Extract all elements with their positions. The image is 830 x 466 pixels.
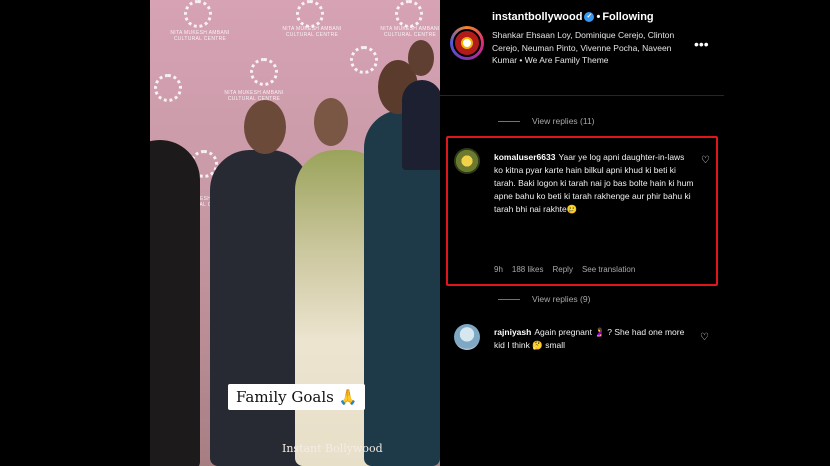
view-replies-label: View replies (11) — [532, 116, 595, 126]
comment-username[interactable]: komaluser6633 — [494, 152, 555, 162]
post-header: instantbollywood ✓ • Following Shankar Ehsa… — [440, 0, 724, 96]
view-replies-label: View replies (9) — [532, 294, 591, 304]
comment-likes[interactable]: 188 likes — [512, 265, 544, 274]
comment-body: komaluser6633 Yaar ye log apni daughter-i… — [494, 151, 694, 216]
commenter-avatar[interactable] — [454, 324, 480, 350]
backdrop-logo-text: NITA MUKESH AMBANI CULTURAL CENTRE — [282, 26, 342, 38]
comment-body: rajniyash Again pregnant 🤰 ? She had one … — [494, 326, 690, 352]
person-back-man-head — [408, 40, 434, 76]
backdrop-logo-text: NITA MUKESH AMBANI CULTURAL CENTRE — [170, 30, 230, 42]
comments-panel: instantbollywood ✓ • Following Shankar Ehsa… — [440, 0, 724, 466]
backdrop-logo-text: NITA MUKESH AMBANI CULTURAL CENTRE — [224, 90, 284, 102]
like-heart-icon[interactable]: ♡ — [700, 332, 709, 343]
comment-meta: 9h 188 likes Reply See translation — [494, 265, 644, 274]
backdrop-logo-icon — [395, 0, 423, 28]
post-media[interactable]: NITA MUKESH AMBANI CULTURAL CENTRE NITA … — [150, 0, 440, 466]
backdrop-logo-icon — [296, 0, 324, 28]
account-username[interactable]: instantbollywood — [492, 11, 582, 23]
person-back-man — [402, 80, 440, 170]
comment-username[interactable]: rajniyash — [494, 327, 531, 337]
video-watermark: Instant Bollywood — [282, 442, 383, 455]
account-avatar[interactable] — [450, 26, 484, 60]
more-options-icon[interactable]: ••• — [694, 36, 709, 52]
see-translation-link[interactable]: See translation — [582, 265, 635, 274]
reply-divider-line — [498, 299, 520, 301]
backdrop-logo-icon — [154, 74, 182, 102]
verified-badge-icon: ✓ — [584, 12, 595, 23]
highlighted-comment: komaluser6633 Yaar ye log apni daughter-i… — [446, 136, 718, 286]
backdrop-logo-icon — [250, 58, 278, 86]
backdrop-logo-text: NITA MUKESH AMBANI CULTURAL CENTRE — [380, 26, 440, 38]
video-caption-sticker: Family Goals 🙏 — [228, 384, 366, 410]
comment-item: rajniyash Again pregnant 🤰 ? She had one … — [446, 318, 718, 368]
account-username-row: instantbollywood ✓ • Following — [492, 11, 654, 23]
commenter-avatar[interactable] — [454, 148, 480, 174]
view-replies-top[interactable]: View replies (11) — [498, 116, 595, 126]
person-left-dark — [150, 140, 200, 466]
comment-emoji: 🥲 — [566, 204, 578, 214]
audio-credit[interactable]: Shankar Ehsaan Loy, Dominique Cerejo, Cl… — [492, 29, 682, 67]
screenshot-frame: NITA MUKESH AMBANI CULTURAL CENTRE NITA … — [0, 0, 830, 466]
reply-button[interactable]: Reply — [552, 265, 572, 274]
person-elder-man-head — [244, 100, 286, 154]
view-replies-bottom[interactable]: View replies (9) — [498, 294, 590, 304]
backdrop-logo-icon — [350, 46, 378, 74]
like-heart-icon[interactable]: ♡ — [701, 155, 710, 166]
backdrop-logo-icon — [184, 0, 212, 28]
following-button[interactable]: Following — [602, 11, 653, 23]
separator-dot: • — [596, 11, 601, 23]
reply-divider-line — [498, 121, 520, 123]
account-logo-icon — [453, 29, 481, 57]
comment-time: 9h — [494, 265, 503, 274]
person-woman-head — [314, 98, 348, 146]
